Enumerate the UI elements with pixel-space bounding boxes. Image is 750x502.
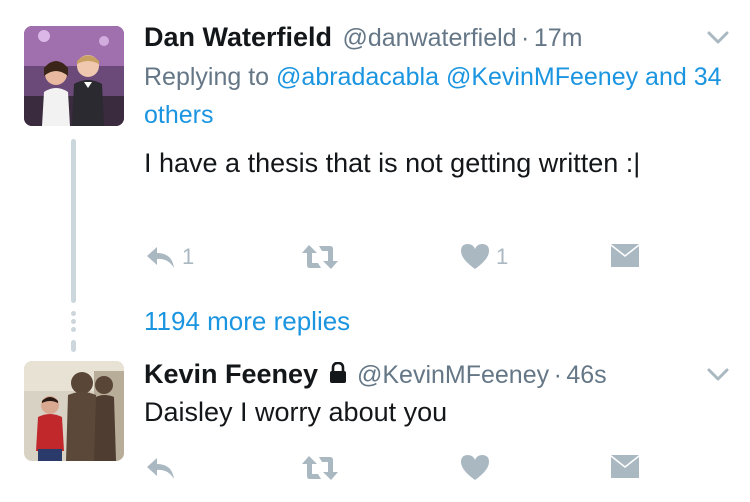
thread-line <box>71 139 76 303</box>
user-handle[interactable]: @danwaterfield <box>342 24 516 52</box>
avatar[interactable] <box>24 26 124 126</box>
direct-message-button[interactable] <box>610 243 640 269</box>
heart-icon <box>461 455 489 480</box>
envelope-icon <box>611 244 639 267</box>
retweet-button[interactable] <box>301 243 345 271</box>
retweet-icon <box>302 456 338 480</box>
direct-message-button[interactable] <box>610 454 640 480</box>
user-name[interactable]: Kevin Feeney <box>144 359 318 389</box>
tweet-header: Dan Waterfield @danwaterfield · 17m <box>144 22 582 57</box>
replying-to-label: Replying to <box>144 63 277 91</box>
like-button[interactable]: 1 <box>460 243 508 271</box>
chevron-down-icon[interactable] <box>706 30 730 51</box>
tweet-kevinmfeeney[interactable]: Kevin Feeney @KevinMFeeney · 46s Daisley… <box>0 349 750 502</box>
tweet-actions: 1 1 <box>144 243 664 277</box>
thread-dots <box>71 311 76 335</box>
retweet-button[interactable] <box>301 454 339 482</box>
chevron-down-icon[interactable] <box>706 367 730 388</box>
retweet-icon <box>302 245 338 269</box>
more-replies-link[interactable]: 1194 more replies <box>144 306 350 337</box>
timestamp[interactable]: 17m <box>534 24 583 52</box>
reply-button[interactable] <box>144 454 176 482</box>
user-name[interactable]: Dan Waterfield <box>144 22 332 52</box>
lock-icon <box>329 361 347 395</box>
like-count: 1 <box>496 244 509 269</box>
like-button[interactable] <box>460 454 490 482</box>
user-handle[interactable]: @KevinMFeeney <box>357 361 549 389</box>
tweet-danwaterfield[interactable]: Dan Waterfield @danwaterfield · 17m Repl… <box>0 0 750 349</box>
timestamp[interactable]: 46s <box>566 361 606 389</box>
separator-dot: · <box>553 361 562 389</box>
avatar[interactable] <box>24 361 124 461</box>
reply-icon <box>147 247 174 268</box>
reply-count: 1 <box>182 244 195 269</box>
envelope-icon <box>611 455 639 478</box>
heart-icon <box>461 244 489 269</box>
reply-icon <box>147 458 174 479</box>
tweet-header: Kevin Feeney @KevinMFeeney · 46s <box>144 359 607 395</box>
replying-to: Replying to @abradacabla @KevinMFeeney a… <box>144 58 734 134</box>
tweet-actions <box>144 454 664 488</box>
tweet-text: Daisley I worry about you <box>144 397 448 427</box>
reply-button[interactable]: 1 <box>144 243 194 271</box>
tweet-text: I have a thesis that is not getting writ… <box>144 148 641 178</box>
separator-dot: · <box>521 24 530 52</box>
